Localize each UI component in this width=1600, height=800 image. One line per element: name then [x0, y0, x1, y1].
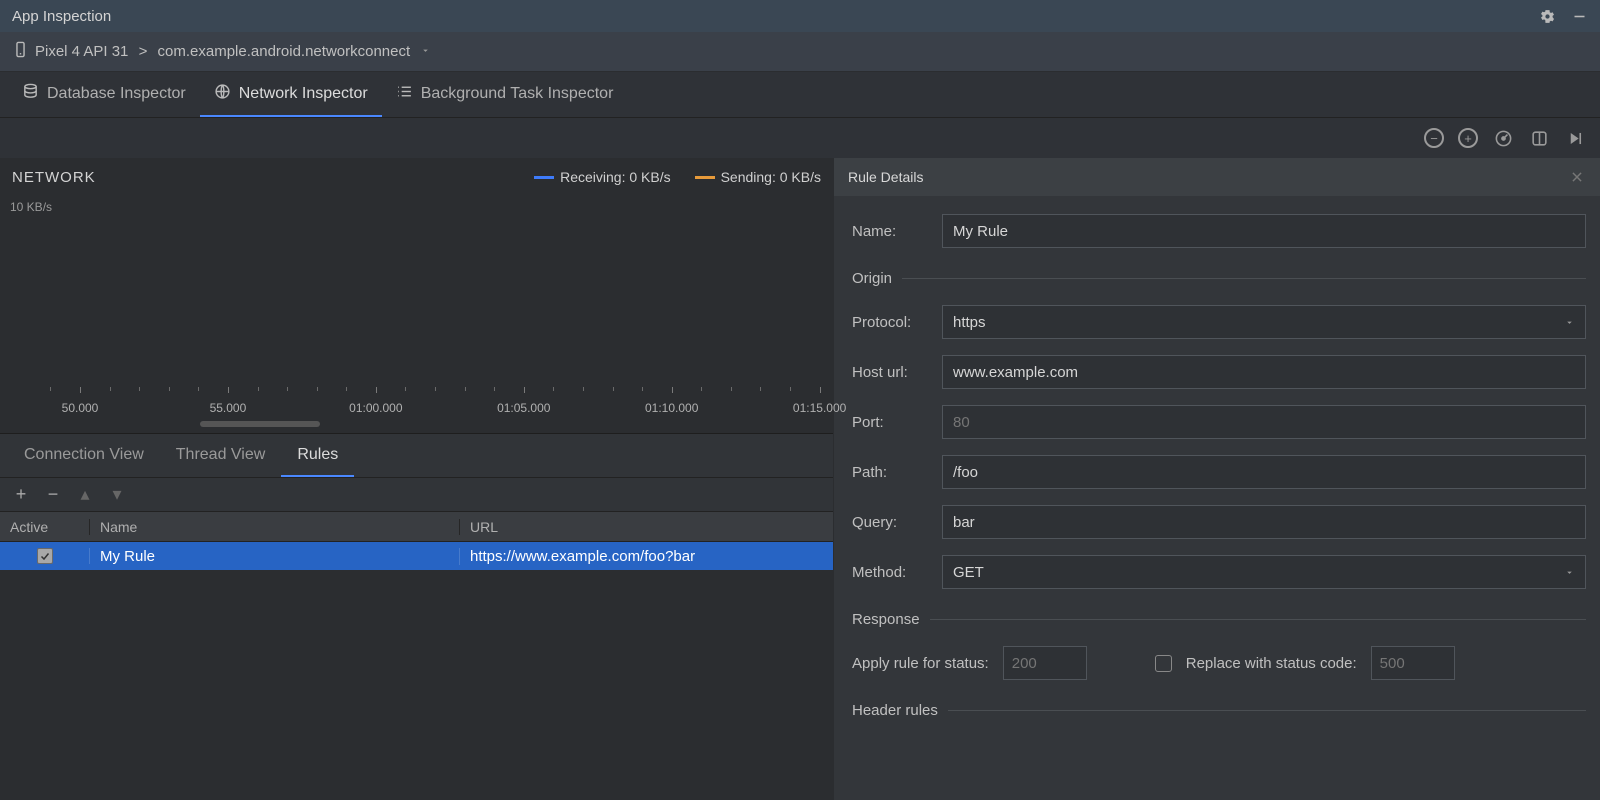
minimize-icon[interactable]: [1570, 7, 1588, 25]
method-value: GET: [953, 564, 984, 581]
right-panel: Rule Details Name: Origin Protocol: http…: [834, 158, 1600, 800]
tab-label: Network Inspector: [239, 85, 368, 103]
legend-receiving: Receiving: 0 KB/s: [560, 169, 671, 185]
inspector-tabs: Database Inspector Network Inspector Bac…: [0, 72, 1600, 118]
skip-end-icon[interactable]: [1564, 127, 1586, 149]
tab-background-task-inspector[interactable]: Background Task Inspector: [382, 72, 628, 117]
breadcrumb-device: Pixel 4 API 31: [35, 43, 128, 60]
tab-database-inspector[interactable]: Database Inspector: [8, 72, 200, 117]
query-label: Query:: [852, 514, 942, 531]
col-header-active[interactable]: Active: [0, 519, 90, 535]
timeline: 50.00055.00001:00.00001:05.00001:10.0000…: [0, 387, 833, 427]
breadcrumb-bar: Pixel 4 API 31 > com.example.android.net…: [0, 32, 1600, 72]
apply-status-label: Apply rule for status:: [852, 655, 989, 672]
remove-rule-button[interactable]: −: [44, 484, 62, 505]
breadcrumb-app: com.example.android.networkconnect: [158, 43, 411, 60]
window-title: App Inspection: [12, 8, 111, 25]
database-icon: [22, 83, 39, 105]
row-url: https://www.example.com/foo?bar: [460, 548, 833, 565]
legend-sending: Sending: 0 KB/s: [721, 169, 821, 185]
add-rule-button[interactable]: +: [12, 484, 30, 505]
chevron-down-icon: [420, 43, 431, 60]
method-label: Method:: [852, 564, 942, 581]
name-label: Name:: [852, 223, 942, 240]
response-section-label: Response: [852, 611, 920, 628]
replace-status-checkbox[interactable]: [1155, 655, 1172, 672]
protocol-value: https: [953, 314, 986, 331]
port-label: Port:: [852, 414, 942, 431]
subtab-rules[interactable]: Rules: [281, 434, 354, 477]
chevron-down-icon: [1564, 567, 1575, 578]
move-down-button[interactable]: ▾: [108, 484, 126, 505]
tab-network-inspector[interactable]: Network Inspector: [200, 72, 382, 117]
active-checkbox[interactable]: [37, 548, 53, 564]
inspection-icon[interactable]: [1492, 127, 1514, 149]
list-icon: [396, 83, 413, 105]
path-input[interactable]: [942, 455, 1586, 489]
add-button[interactable]: +: [1458, 128, 1478, 148]
replace-status-label: Replace with status code:: [1186, 655, 1357, 672]
timeline-scrub[interactable]: [200, 421, 320, 427]
marker-icon[interactable]: [1528, 127, 1550, 149]
query-input[interactable]: [942, 505, 1586, 539]
host-input[interactable]: [942, 355, 1586, 389]
tab-label: Background Task Inspector: [421, 85, 614, 103]
col-header-url[interactable]: URL: [460, 519, 833, 535]
left-panel: NETWORK Receiving: 0 KB/s Sending: 0 KB/…: [0, 158, 834, 800]
timeline-label: 01:05.000: [497, 401, 550, 415]
chevron-down-icon: [1564, 317, 1575, 328]
timeline-label: 01:00.000: [349, 401, 402, 415]
replace-status-input[interactable]: [1371, 646, 1455, 680]
host-label: Host url:: [852, 364, 942, 381]
protocol-label: Protocol:: [852, 314, 942, 331]
table-row[interactable]: My Rule https://www.example.com/foo?bar: [0, 542, 833, 570]
rules-toolbar: + − ▴ ▾: [0, 478, 833, 512]
globe-icon: [214, 83, 231, 105]
tab-label: Database Inspector: [47, 85, 186, 103]
apply-status-input[interactable]: [1003, 646, 1087, 680]
origin-section-label: Origin: [852, 270, 892, 287]
subtab-connection-view[interactable]: Connection View: [8, 434, 160, 477]
rules-table: Active Name URL My Rule https://www.exam…: [0, 512, 833, 800]
header-rules-section-label: Header rules: [852, 702, 938, 719]
port-input[interactable]: [942, 405, 1586, 439]
timeline-label: 55.000: [210, 401, 247, 415]
method-select[interactable]: GET: [942, 555, 1586, 589]
move-up-button[interactable]: ▴: [76, 484, 94, 505]
subtab-thread-view[interactable]: Thread View: [160, 434, 282, 477]
timeline-label: 50.000: [62, 401, 99, 415]
col-header-name[interactable]: Name: [90, 519, 460, 535]
remove-button[interactable]: −: [1424, 128, 1444, 148]
timeline-label: 01:15.000: [793, 401, 846, 415]
network-chart[interactable]: 10 KB/s 50.000 55.000 01:00.000 01:05.000 01…: [0, 196, 833, 434]
subtabs: Connection View Thread View Rules: [0, 434, 833, 478]
name-input[interactable]: [942, 214, 1586, 248]
close-icon[interactable]: [1568, 168, 1586, 186]
settings-icon[interactable]: [1538, 7, 1556, 25]
network-legend: Receiving: 0 KB/s Sending: 0 KB/s: [534, 169, 821, 185]
timeline-label: 01:10.000: [645, 401, 698, 415]
protocol-select[interactable]: https: [942, 305, 1586, 339]
path-label: Path:: [852, 464, 942, 481]
breadcrumb[interactable]: Pixel 4 API 31 > com.example.android.net…: [12, 41, 431, 62]
y-axis-label: 10 KB/s: [10, 200, 52, 214]
device-icon: [12, 41, 29, 62]
title-bar: App Inspection: [0, 0, 1600, 32]
rule-details-title: Rule Details: [848, 169, 923, 185]
row-name: My Rule: [90, 548, 460, 565]
network-title: NETWORK: [12, 169, 96, 186]
toolbar-row: − +: [0, 118, 1600, 158]
